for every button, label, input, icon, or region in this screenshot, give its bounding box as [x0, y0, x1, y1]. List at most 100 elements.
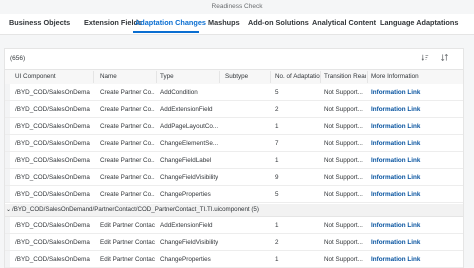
cell-adaptation-count: 9	[275, 174, 279, 181]
cell-type: ChangeProperties	[160, 191, 211, 198]
cell-adaptation-count: 1	[275, 222, 279, 229]
column-separator	[219, 71, 220, 83]
cell-type: ChangeElementSe...	[160, 140, 218, 147]
cell-ui-component: /BYD_COD/SalesOnDeman...	[15, 239, 90, 246]
cell-name: Create Partner Co...	[100, 123, 155, 130]
table-row[interactable]: /BYD_COD/SalesOnDeman... Create Partner C…	[5, 84, 463, 101]
sort-icon[interactable]	[421, 53, 430, 62]
cell-name: Create Partner Co...	[100, 174, 155, 181]
adaptation-changes-table: (656) UI Component Name Type Subtype No.…	[4, 48, 464, 268]
tab-add-on-solutions[interactable]: Add-on Solutions	[248, 18, 309, 27]
table-row[interactable]: /BYD_COD/SalesOnDeman... Create Partner C…	[5, 135, 463, 152]
cell-ui-component: /BYD_COD/SalesOnDeman...	[15, 140, 90, 147]
cell-adaptation-count: 1	[275, 157, 279, 164]
cell-adaptation-count: 1	[275, 256, 279, 263]
cell-ui-component: /BYD_COD/SalesOnDeman...	[15, 106, 90, 113]
cell-type: ChangeFieldVisibility	[160, 174, 218, 181]
settings-icon[interactable]	[440, 53, 449, 62]
item-count: (656)	[10, 55, 26, 62]
information-link[interactable]: Information Link	[371, 140, 429, 147]
chevron-down-icon[interactable]: ⌄	[6, 206, 11, 213]
cell-name: Create Partner Co...	[100, 89, 155, 96]
column-separator	[367, 71, 368, 83]
cell-transition-readiness: Not Support...	[324, 191, 363, 198]
tab-mashups[interactable]: Mashups	[208, 18, 240, 27]
information-link[interactable]: Information Link	[371, 222, 429, 229]
cell-name: Edit Partner Contact	[100, 222, 155, 229]
cell-name: Edit Partner Contact	[100, 256, 155, 263]
cell-type: AddCondition	[160, 89, 198, 96]
table-row[interactable]: /BYD_COD/SalesOnDeman... Create Partner C…	[5, 186, 463, 203]
cell-name: Create Partner Co...	[100, 140, 155, 147]
column-separator	[93, 71, 94, 83]
cell-name: Edit Partner Contact	[100, 239, 155, 246]
table-row[interactable]: /BYD_COD/SalesOnDeman... Edit Partner Con…	[5, 217, 463, 234]
row-selector[interactable]	[5, 101, 10, 117]
column-header-ui-component[interactable]: UI Component	[15, 73, 90, 80]
tab-analytical-content[interactable]: Analytical Content	[312, 18, 376, 27]
row-selector[interactable]	[5, 118, 10, 134]
cell-transition-readiness: Not Support...	[324, 174, 363, 181]
active-tab-indicator	[133, 31, 199, 33]
tab-adaptation-changes[interactable]: Adaptation Changes	[135, 18, 206, 27]
column-header-subtype[interactable]: Subtype	[225, 73, 270, 80]
cell-ui-component: /BYD_COD/SalesOnDeman...	[15, 256, 90, 263]
group-header-row[interactable]: ⌄/BYD_COD/SalesOnDemand/PartnerContact/C…	[5, 204, 463, 217]
table-row[interactable]: /BYD_COD/SalesOnDeman... Create Partner C…	[5, 152, 463, 169]
column-header-more-information[interactable]: More Information	[371, 73, 429, 80]
column-header-adaptation-count[interactable]: No. of Adaptatio	[275, 73, 320, 80]
information-link[interactable]: Information Link	[371, 157, 429, 164]
information-link[interactable]: Information Link	[371, 256, 429, 263]
cell-type: ChangeFieldVisibility	[160, 239, 218, 246]
row-selector[interactable]	[5, 186, 10, 202]
column-header-type[interactable]: Type	[160, 73, 218, 80]
tab-language-adaptations[interactable]: Language Adaptations	[380, 18, 458, 27]
cell-name: Create Partner Co...	[100, 106, 155, 113]
cell-ui-component: /BYD_COD/SalesOnDeman...	[15, 174, 90, 181]
cell-ui-component: /BYD_COD/SalesOnDeman...	[15, 123, 90, 130]
row-selector[interactable]	[5, 251, 10, 267]
cell-transition-readiness: Not Support...	[324, 157, 363, 164]
cell-ui-component: /BYD_COD/SalesOnDeman...	[15, 157, 90, 164]
cell-transition-readiness: Not Support...	[324, 106, 363, 113]
tab-business-objects[interactable]: Business Objects	[9, 18, 70, 27]
column-header-name[interactable]: Name	[100, 73, 155, 80]
column-separator	[320, 71, 321, 83]
column-header-transition-readiness[interactable]: Transition Read	[324, 73, 366, 80]
page-title: Readiness Check	[211, 3, 263, 10]
row-selector[interactable]	[5, 152, 10, 168]
information-link[interactable]: Information Link	[371, 191, 429, 198]
cell-transition-readiness: Not Support...	[324, 222, 363, 229]
row-selector[interactable]	[5, 234, 10, 250]
table-row[interactable]: /BYD_COD/SalesOnDeman... Edit Partner Con…	[5, 251, 463, 268]
information-link[interactable]: Information Link	[371, 106, 429, 113]
column-separator	[156, 71, 157, 83]
cell-transition-readiness: Not Support...	[324, 89, 363, 96]
cell-transition-readiness: Not Support...	[324, 123, 363, 130]
cell-type: AddPageLayoutCo...	[160, 123, 218, 130]
row-selector[interactable]	[5, 135, 10, 151]
table-row[interactable]: /BYD_COD/SalesOnDeman... Edit Partner Con…	[5, 234, 463, 251]
cell-type: AddExtensionField	[160, 106, 213, 113]
cell-transition-readiness: Not Support...	[324, 256, 363, 263]
cell-adaptation-count: 2	[275, 106, 279, 113]
table-row[interactable]: /BYD_COD/SalesOnDeman... Create Partner C…	[5, 169, 463, 186]
cell-name: Create Partner Co...	[100, 157, 155, 164]
row-selector[interactable]	[5, 217, 10, 233]
tab-extension-fields[interactable]: Extension Fields	[84, 18, 142, 27]
table-row[interactable]: /BYD_COD/SalesOnDeman... Create Partner C…	[5, 118, 463, 135]
information-link[interactable]: Information Link	[371, 239, 429, 246]
row-selector[interactable]	[5, 169, 10, 185]
information-link[interactable]: Information Link	[371, 174, 429, 181]
table-header: UI Component Name Type Subtype No. of Ad…	[5, 69, 463, 85]
cell-ui-component: /BYD_COD/SalesOnDeman...	[15, 89, 90, 96]
cell-adaptation-count: 1	[275, 123, 279, 130]
row-selector[interactable]	[5, 84, 10, 100]
information-link[interactable]: Information Link	[371, 89, 429, 96]
cell-type: AddExtensionField	[160, 222, 213, 229]
cell-adaptation-count: 5	[275, 89, 279, 96]
cell-name: Create Partner Co...	[100, 191, 155, 198]
cell-adaptation-count: 7	[275, 140, 279, 147]
table-row[interactable]: /BYD_COD/SalesOnDeman... Create Partner C…	[5, 101, 463, 118]
information-link[interactable]: Information Link	[371, 123, 429, 130]
